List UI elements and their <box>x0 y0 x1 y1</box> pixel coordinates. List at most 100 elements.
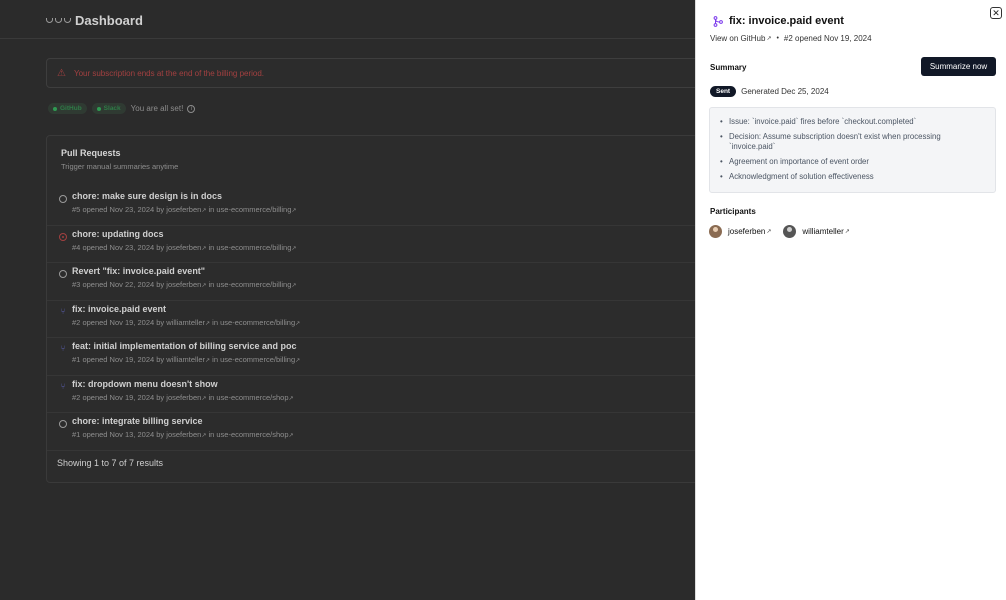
pr-meta: #3 opened Nov 22, 2024 by joseferben↗ in… <box>72 280 297 289</box>
merge-icon <box>713 15 723 27</box>
avatar <box>709 225 722 238</box>
pr-author-link[interactable]: joseferben <box>166 243 201 252</box>
participant-name: joseferben <box>728 227 766 236</box>
pr-title[interactable]: chore: make sure design is in docs <box>72 191 222 201</box>
pr-repo-link[interactable]: use-ecommerce/billing <box>216 280 291 289</box>
summary-item: Decision: Assume subscription doesn't ex… <box>720 132 985 152</box>
pr-meta: #1 opened Nov 13, 2024 by joseferben↗ in… <box>72 430 294 439</box>
pull-request-row[interactable]: chore: make sure design is in docs #5 op… <box>47 188 747 226</box>
separator-dot: • <box>776 35 779 42</box>
pr-meta: #4 opened Nov 23, 2024 by joseferben↗ in… <box>72 242 297 252</box>
view-on-github-link[interactable]: View on GitHub ↗ <box>710 34 771 43</box>
external-link-icon: ↗ <box>295 358 301 364</box>
pull-request-row[interactable]: chore: updating docs #4 opened Nov 23, 2… <box>47 226 747 263</box>
external-link-icon: ↗ <box>288 395 294 402</box>
pull-requests-card: Pull Requests Trigger manual summaries a… <box>46 135 747 483</box>
panel-header: fix: invoice.paid event <box>713 15 844 27</box>
pr-title[interactable]: chore: integrate billing service <box>72 416 203 426</box>
pr-meta: #5 opened Nov 23, 2024 by josefer­ben↗ i… <box>72 205 297 214</box>
pull-request-row[interactable]: ⑂ fix: dropdown menu doesn't show #2 ope… <box>47 376 747 413</box>
pr-author-link[interactable]: joseferben <box>166 280 201 289</box>
summary-item: Acknowledgment of solution effectiveness <box>720 172 985 182</box>
integration-badges: GitHub Slack You are all set! i <box>48 103 196 114</box>
pr-author-link[interactable]: williamteller <box>166 318 205 327</box>
pr-meta: #2 opened Nov 19, 2024 by williamteller↗… <box>72 317 301 327</box>
status-dot-icon <box>53 106 57 111</box>
participants-list: joseferben ↗ williamteller ↗ <box>709 225 856 238</box>
summary-status: Sent Generated Dec 25, 2024 <box>710 86 829 97</box>
summary-heading: Summary <box>710 63 747 72</box>
pr-merged-icon: ⑂ <box>60 344 66 353</box>
github-badge: GitHub <box>48 103 87 114</box>
subscription-alert: ⚠ Your subscription ends at the end of t… <box>46 58 746 88</box>
external-link-icon: ↗ <box>205 320 211 327</box>
pr-repo-link[interactable]: use-ecommerce/billing <box>220 355 295 364</box>
status-dot-icon <box>96 106 101 111</box>
participant-link[interactable]: joseferben ↗ <box>728 227 771 236</box>
external-link-icon: ↗ <box>201 283 207 289</box>
pr-repo-link[interactable]: use-ecommerce/billing <box>216 205 291 214</box>
pr-closed-icon <box>59 232 67 241</box>
pull-requests-title: Pull Requests <box>61 148 121 158</box>
github-badge-label: GitHub <box>60 105 82 112</box>
pr-detail-panel: ✕ fix: invoice.paid event View on GitHub… <box>695 0 1006 600</box>
pr-title[interactable]: Revert "fix: invoice.paid event" <box>72 266 205 276</box>
participant-name: williamteller <box>802 227 844 236</box>
summarize-now-button[interactable]: Summarize now <box>921 57 996 76</box>
summary-box: Issue: `invoice.paid` fires before `chec… <box>709 107 996 193</box>
close-icon[interactable]: ✕ <box>990 7 1002 19</box>
pr-merged-icon: ⑂ <box>60 381 66 391</box>
logo-icon <box>46 18 71 23</box>
external-link-icon: ↗ <box>295 320 301 327</box>
page-title: Dashboard <box>75 13 143 28</box>
participant-link[interactable]: williamteller ↗ <box>802 227 849 236</box>
view-on-github-label: View on GitHub <box>710 34 766 43</box>
pr-title[interactable]: fix: dropdown menu doesn't show <box>72 379 218 389</box>
summary-item: Issue: `invoice.paid` fires before `chec… <box>720 117 985 127</box>
external-link-icon: ↗ <box>201 433 207 439</box>
avatar <box>783 225 797 238</box>
logo[interactable]: Dashboard <box>46 13 143 28</box>
pr-open-icon <box>59 270 67 278</box>
info-icon[interactable]: i <box>187 104 196 113</box>
status-badge: Sent <box>710 86 737 97</box>
warning-icon: ⚠ <box>57 67 66 79</box>
pr-title[interactable]: fix: invoice.paid event <box>72 304 166 314</box>
pr-meta: #2 opened Nov 19, 2024 by joseferben↗ in… <box>72 392 294 402</box>
slack-badge: Slack <box>91 103 126 114</box>
pr-title[interactable]: chore: updating docs <box>72 229 164 239</box>
pull-request-row[interactable]: ⑂ feat: initial implementation of billin… <box>47 338 747 376</box>
pr-repo-link[interactable]: use-ecommerce/shop <box>216 430 288 439</box>
panel-subheader: View on GitHub ↗ • #2 opened Nov 19, 2024 <box>710 34 872 43</box>
external-link-icon: ↗ <box>291 208 297 214</box>
pull-request-row[interactable]: ⑂ fix: invoice.paid event #2 opened Nov … <box>47 301 747 338</box>
external-link-icon: ↗ <box>844 229 850 235</box>
external-link-icon: ↗ <box>205 358 211 364</box>
pr-repo-link[interactable]: use-ecommerce/billing <box>220 318 295 327</box>
alert-text: Your subscription ends at the end of the… <box>73 68 265 78</box>
summary-list: Issue: `invoice.paid` fires before `chec… <box>720 117 985 182</box>
external-link-icon: ↗ <box>291 283 297 289</box>
pr-author-link[interactable]: joseferben <box>166 393 201 402</box>
summary-item: Agreement on importance of event order <box>720 157 985 167</box>
pr-open-icon <box>59 420 67 428</box>
external-link-icon: ↗ <box>201 208 207 214</box>
pagination-summary: Showing 1 to 7 of 7 results <box>57 458 164 468</box>
pull-request-row[interactable]: chore: integrate billing service #1 open… <box>47 413 747 451</box>
participants-heading: Participants <box>710 207 756 216</box>
pr-author-link[interactable]: josefer­ben <box>166 205 201 214</box>
pull-request-list: chore: make sure design is in docs #5 op… <box>47 188 747 451</box>
generated-date: Generated Dec 25, 2024 <box>741 87 829 96</box>
pr-repo-link[interactable]: use-ecommerce/shop <box>216 393 288 402</box>
status-text: You are all set! i <box>131 104 196 113</box>
pr-title[interactable]: feat: initial implementation of billing … <box>72 341 297 351</box>
pr-open-icon <box>59 195 67 203</box>
pr-author-link[interactable]: joseferben <box>166 430 201 439</box>
pull-request-row[interactable]: Revert "fix: invoice.paid event" #3 open… <box>47 263 747 301</box>
pr-meta: #1 opened Nov 19, 2024 by williamteller↗… <box>72 355 301 364</box>
pr-author-link[interactable]: williamteller <box>166 355 205 364</box>
external-link-icon: ↗ <box>201 395 207 402</box>
external-link-icon: ↗ <box>291 245 297 252</box>
external-link-icon: ↗ <box>766 229 772 235</box>
pr-repo-link[interactable]: use-ecommerce/billing <box>216 243 291 252</box>
